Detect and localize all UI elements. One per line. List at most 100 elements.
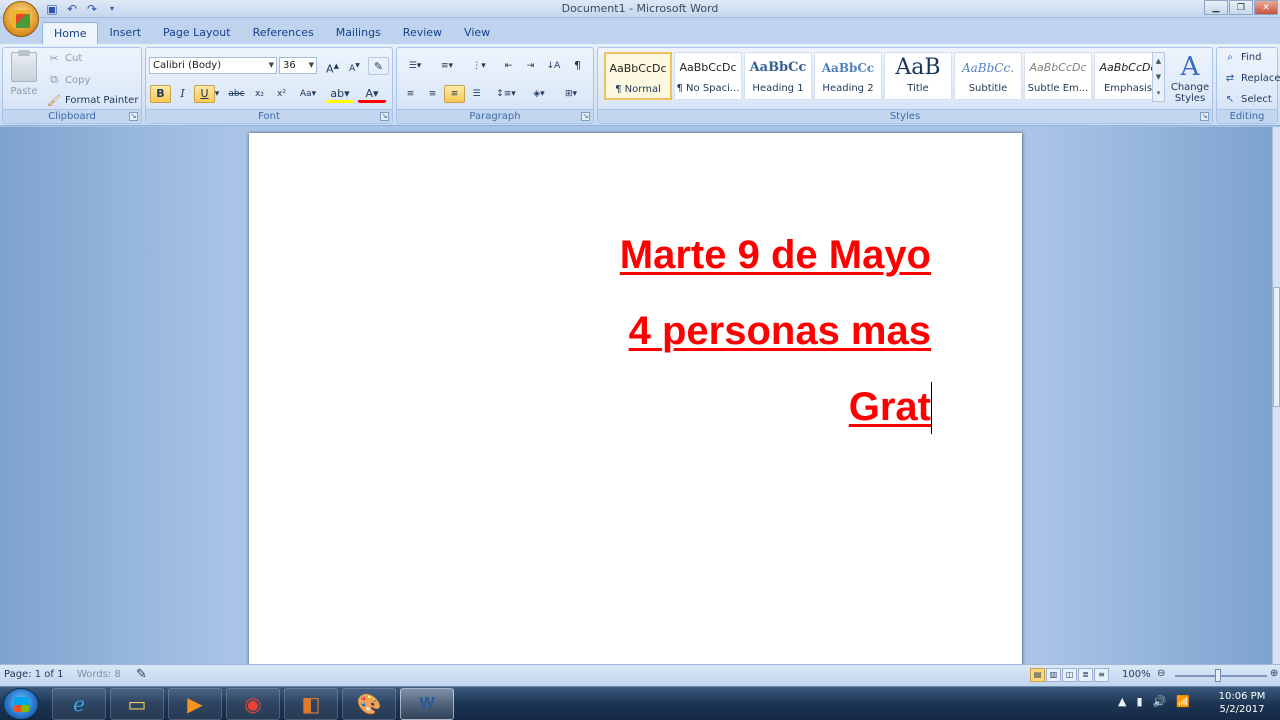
superscript-button[interactable]: x² <box>271 85 292 103</box>
font-size-combo[interactable]: 36 ▼ <box>279 57 317 74</box>
justify-button[interactable]: ☰ <box>466 85 487 103</box>
volume-icon[interactable]: 🔊 <box>1153 695 1167 708</box>
taskbar-file-explorer[interactable]: ▭ <box>110 688 164 720</box>
page-count[interactable]: Page: 1 of 1 <box>4 669 63 680</box>
style-normal[interactable]: AaBbCcDc ¶ Normal <box>604 52 672 100</box>
taskbar-chrome[interactable]: ◉ <box>226 688 280 720</box>
paste-button[interactable]: Paste <box>7 50 41 97</box>
style-subtitle[interactable]: AaBbCc. Subtitle <box>954 52 1022 100</box>
style-name: Title <box>907 83 929 94</box>
word-count[interactable]: Words: 8 <box>77 669 121 680</box>
show-hidden-icons-icon[interactable]: ▲ <box>1118 695 1126 708</box>
font-dialog-launcher[interactable]: ↘ <box>380 112 389 121</box>
taskbar-paint[interactable]: 🎨 <box>342 688 396 720</box>
zoom-in-icon[interactable]: ⊕ <box>1270 668 1278 679</box>
maximize-button[interactable]: ❐ <box>1229 0 1253 15</box>
taskbar: ℯ ▭ ▶ ◉ ◧ 🎨 W ▲ ▮ 🔊 📶 10:06 PM 5/2/2017 <box>0 686 1280 720</box>
copy-button[interactable]: ⧉ Copy <box>47 73 90 87</box>
document-line-2[interactable]: 4 personas mas <box>629 309 931 354</box>
draft-view-button[interactable]: ≡ <box>1094 668 1109 682</box>
outline-view-button[interactable]: ≣ <box>1078 668 1093 682</box>
scrollbar-thumb[interactable] <box>1273 287 1280 407</box>
multilevel-list-button[interactable]: ⋮▾ <box>464 57 494 75</box>
font-color-button[interactable]: A▾ <box>358 85 386 103</box>
vertical-scrollbar[interactable] <box>1272 127 1280 664</box>
system-tray: ▲ ▮ 🔊 📶 <box>1118 695 1190 708</box>
sort-button[interactable]: ↓A <box>543 57 564 75</box>
borders-button[interactable]: ⊞▾ <box>557 85 585 103</box>
tab-references[interactable]: References <box>242 22 325 44</box>
increase-indent-button[interactable]: ⇥ <box>520 57 541 75</box>
cut-button[interactable]: ✂ Cut <box>47 52 82 65</box>
clipboard-group-label: Clipboard <box>3 109 141 123</box>
bullets-button[interactable]: ☰▾ <box>400 57 430 75</box>
strikethrough-button[interactable]: abc <box>226 85 247 103</box>
tab-view[interactable]: View <box>453 22 501 44</box>
highlight-button[interactable]: ab▾ <box>326 85 354 103</box>
proofing-icon[interactable]: ✎ <box>136 667 147 682</box>
start-button[interactable] <box>3 688 39 720</box>
change-styles-button[interactable]: A Change Styles <box>1170 52 1210 104</box>
find-button[interactable]: ⌕ Find <box>1223 52 1261 63</box>
document-page[interactable]: Marte 9 de Mayo 4 personas mas Grat <box>249 133 1022 664</box>
tab-mailings[interactable]: Mailings <box>325 22 392 44</box>
zoom-level[interactable]: 100% <box>1122 669 1151 680</box>
tab-home[interactable]: Home <box>42 22 99 44</box>
style-heading-2[interactable]: AaBbCc Heading 2 <box>814 52 882 100</box>
zoom-out-icon[interactable]: ⊖ <box>1157 668 1165 679</box>
align-right-button[interactable]: ≡ <box>444 85 465 103</box>
format-painter-button[interactable]: 🖌 Format Painter <box>47 94 138 107</box>
zoom-slider-thumb[interactable] <box>1215 669 1221 682</box>
tab-page-layout[interactable]: Page Layout <box>152 22 242 44</box>
close-button[interactable]: ✕ <box>1254 0 1278 15</box>
taskbar-internet-explorer[interactable]: ℯ <box>52 688 106 720</box>
style-heading-1[interactable]: AaBbCc Heading 1 <box>744 52 812 100</box>
show-marks-button[interactable]: ¶ <box>567 57 588 75</box>
styles-gallery-scroll[interactable]: ▲ ▼ ▾ <box>1152 52 1165 102</box>
tab-insert[interactable]: Insert <box>98 22 152 44</box>
clipboard-dialog-launcher[interactable]: ↘ <box>129 112 138 121</box>
office-button[interactable] <box>3 1 39 37</box>
font-group: Calibri (Body) ▼ 36 ▼ A▲ A▼ ✎ B I U ▾ abc … <box>145 47 393 124</box>
underline-dropdown[interactable]: ▾ <box>212 85 222 103</box>
line-spacing-button[interactable]: ↕≡▾ <box>492 85 520 103</box>
style-preview: AaBbCcDc <box>679 61 737 74</box>
style-subtle-emphasis[interactable]: AaBbCcDc Subtle Em... <box>1024 52 1092 100</box>
grow-font-button[interactable]: A▲ <box>322 57 343 76</box>
italic-button[interactable]: I <box>172 85 193 103</box>
align-left-button[interactable]: ≡ <box>400 85 421 103</box>
style-title[interactable]: AaB Title <box>884 52 952 100</box>
replace-button[interactable]: ⇄ Replace <box>1223 73 1280 84</box>
style-name: ¶ No Spaci... <box>676 83 740 94</box>
web-layout-view-button[interactable]: ◫ <box>1062 668 1077 682</box>
styles-dialog-launcher[interactable]: ↘ <box>1200 112 1209 121</box>
align-center-button[interactable]: ≡ <box>422 85 443 103</box>
subscript-button[interactable]: x₂ <box>249 85 270 103</box>
style-preview: AaBbCc. <box>961 61 1015 75</box>
select-button[interactable]: ↖ Select <box>1223 94 1272 105</box>
minimize-button[interactable]: ▁ <box>1204 0 1228 15</box>
taskbar-word[interactable]: W <box>400 688 454 720</box>
tab-review[interactable]: Review <box>392 22 453 44</box>
decrease-indent-button[interactable]: ⇤ <box>498 57 519 75</box>
battery-icon[interactable]: ▮ <box>1136 695 1142 708</box>
taskbar-app-5[interactable]: ◧ <box>284 688 338 720</box>
zoom-slider[interactable] <box>1175 675 1267 677</box>
font-name-combo[interactable]: Calibri (Body) ▼ <box>149 57 277 74</box>
full-screen-view-button[interactable]: ▥ <box>1046 668 1061 682</box>
bold-button[interactable]: B <box>150 85 171 103</box>
shading-button[interactable]: ◈▾ <box>525 85 553 103</box>
document-line-3[interactable]: Grat <box>849 385 931 430</box>
clear-formatting-button[interactable]: ✎ <box>368 57 389 75</box>
numbering-button[interactable]: ≡▾ <box>432 57 462 75</box>
network-icon[interactable]: 📶 <box>1176 695 1190 708</box>
change-case-button[interactable]: Aa▾ <box>294 85 322 103</box>
shrink-font-button[interactable]: A▼ <box>344 57 365 75</box>
clock[interactable]: 10:06 PM 5/2/2017 <box>1214 690 1270 716</box>
print-layout-view-button[interactable]: ▤ <box>1030 668 1045 682</box>
taskbar-media-player[interactable]: ▶ <box>168 688 222 720</box>
document-line-1[interactable]: Marte 9 de Mayo <box>620 233 931 278</box>
status-bar: Page: 1 of 1 Words: 8 ✎ ▤ ▥ ◫ ≣ ≡ 100% ⊖… <box>0 664 1280 686</box>
paragraph-dialog-launcher[interactable]: ↘ <box>581 112 590 121</box>
style-no-spacing[interactable]: AaBbCcDc ¶ No Spaci... <box>674 52 742 100</box>
